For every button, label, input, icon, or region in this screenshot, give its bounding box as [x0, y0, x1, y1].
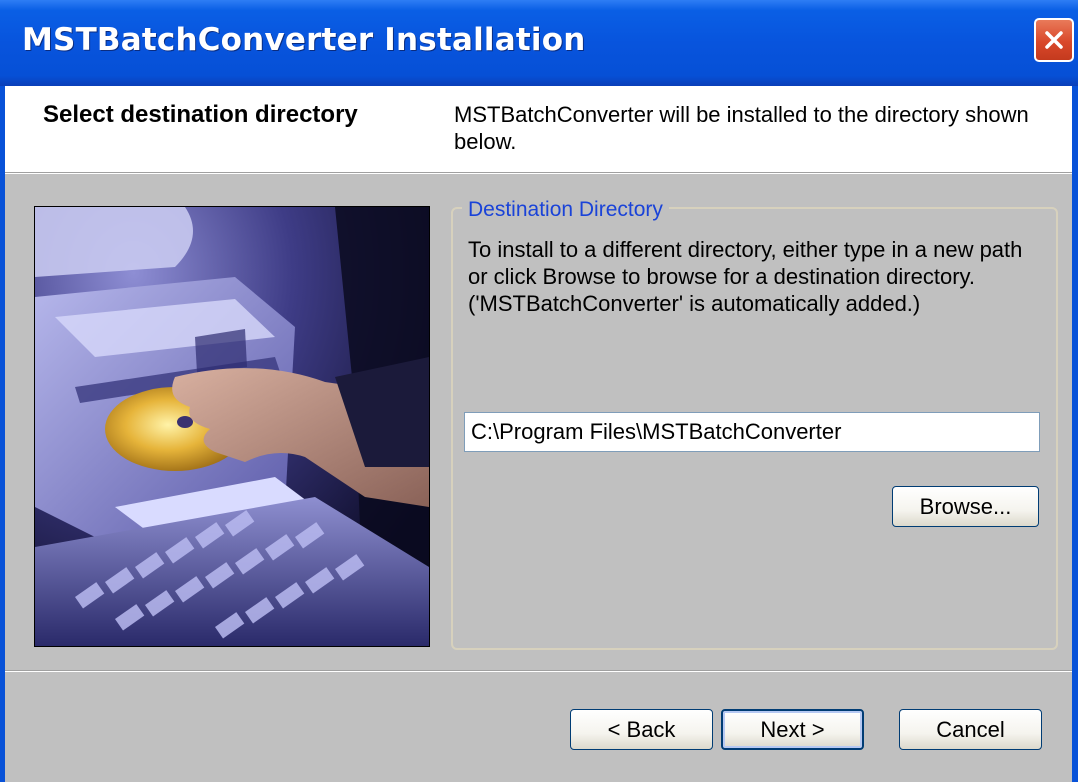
next-button[interactable]: Next > — [721, 709, 864, 750]
page-title: Select destination directory — [43, 101, 358, 128]
destination-path-input[interactable] — [464, 412, 1040, 452]
browse-button[interactable]: Browse... — [892, 486, 1039, 527]
page-description: MSTBatchConverter will be installed to t… — [454, 102, 1029, 154]
cancel-button[interactable]: Cancel — [899, 709, 1042, 750]
installer-illustration — [34, 206, 430, 647]
close-icon — [1045, 31, 1063, 49]
window-title: MSTBatchConverter Installation — [22, 22, 586, 58]
window-frame-right — [1072, 86, 1078, 782]
group-legend: Destination Directory — [462, 198, 669, 222]
back-button[interactable]: < Back — [570, 709, 713, 750]
title-bar[interactable]: MSTBatchConverter Installation — [0, 0, 1078, 86]
instructions-text: To install to a different directory, eit… — [468, 237, 1023, 316]
close-button[interactable] — [1034, 18, 1074, 62]
